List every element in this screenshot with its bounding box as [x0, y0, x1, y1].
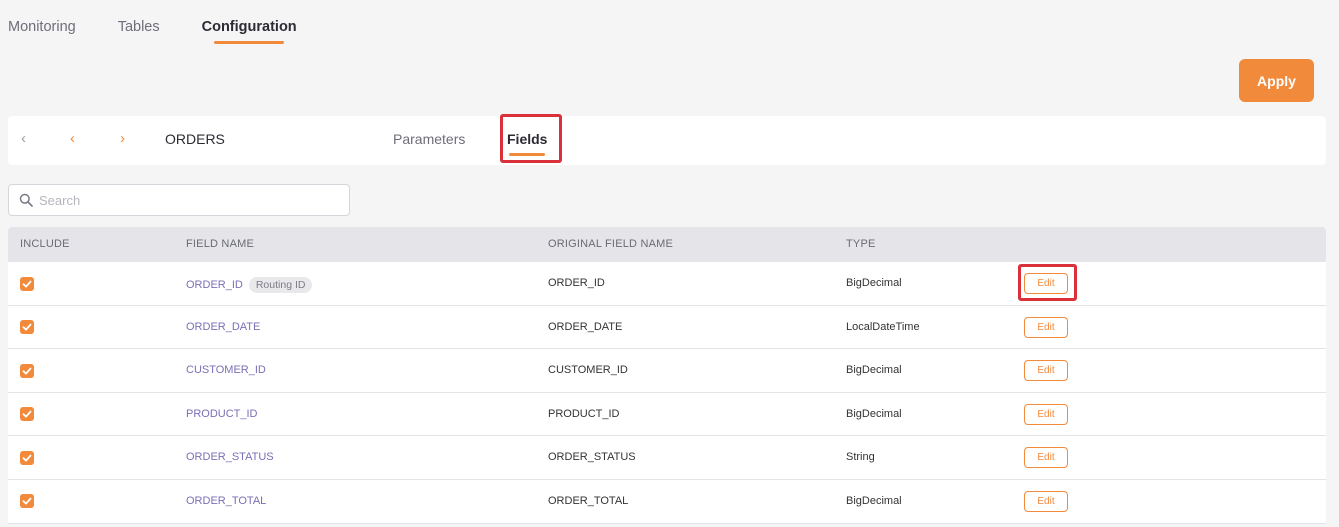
- original-field-name: ORDER_TOTAL: [548, 494, 629, 507]
- include-checkbox[interactable]: [20, 407, 34, 422]
- original-field-name: ORDER_ID: [548, 277, 605, 289]
- apply-button[interactable]: Apply: [1239, 59, 1314, 102]
- table-config-bar: ‹ ‹ › ORDERS Parameters Fields: [8, 116, 1326, 165]
- edit-button[interactable]: Edit: [1024, 490, 1068, 512]
- tab-parameters[interactable]: Parameters: [393, 131, 465, 147]
- field-name-link[interactable]: ORDER_TOTAL: [186, 495, 266, 507]
- field-type: LocalDateTime: [846, 320, 920, 333]
- original-field-name: ORDER_STATUS: [548, 451, 636, 464]
- edit-button[interactable]: Edit: [1024, 273, 1068, 294]
- search-icon: [19, 193, 33, 207]
- search-input[interactable]: [39, 192, 339, 208]
- edit-button[interactable]: Edit: [1024, 360, 1068, 382]
- table-name: ORDERS: [165, 131, 225, 147]
- include-checkbox[interactable]: [20, 320, 34, 335]
- original-field-name: CUSTOMER_ID: [548, 364, 628, 377]
- field-name-cell: ORDER_STATUS: [186, 451, 274, 463]
- header-type: TYPE: [846, 238, 876, 250]
- table-row: ORDER_STATUS ORDER_STATUS String Edit: [8, 436, 1326, 480]
- header-include: INCLUDE: [20, 238, 70, 250]
- field-type: BigDecimal: [846, 407, 902, 420]
- field-type: BigDecimal: [846, 364, 902, 377]
- field-type: BigDecimal: [846, 277, 902, 289]
- previous-table-icon[interactable]: ‹: [70, 131, 75, 147]
- tab-configuration[interactable]: Configuration: [202, 0, 297, 46]
- field-name-cell: ORDER_DATE: [186, 321, 260, 333]
- field-type: BigDecimal: [846, 494, 902, 507]
- header-field-name: FIELD NAME: [186, 238, 255, 250]
- top-tabs: Monitoring Tables Configuration: [8, 0, 339, 46]
- include-checkbox[interactable]: [20, 276, 34, 291]
- original-field-name: PRODUCT_ID: [548, 407, 620, 420]
- field-name-cell: ORDER_ID Routing ID: [186, 277, 313, 293]
- tab-tables[interactable]: Tables: [118, 0, 160, 46]
- header-original-field-name: ORIGINAL FIELD NAME: [548, 238, 674, 250]
- field-name-link[interactable]: ORDER_STATUS: [186, 451, 274, 463]
- table-row: ORDER_DATE ORDER_DATE LocalDateTime Edit: [8, 305, 1326, 350]
- table-header: INCLUDE FIELD NAME ORIGINAL FIELD NAME T…: [8, 227, 1326, 262]
- table-row: CUSTOMER_ID CUSTOMER_ID BigDecimal Edit: [8, 349, 1326, 393]
- tab-monitoring[interactable]: Monitoring: [8, 0, 76, 46]
- original-field-name: ORDER_DATE: [548, 320, 623, 333]
- field-name-cell: PRODUCT_ID: [186, 408, 258, 420]
- field-name-cell: CUSTOMER_ID: [186, 364, 266, 376]
- edit-button[interactable]: Edit: [1024, 316, 1068, 338]
- tab-fields[interactable]: Fields: [507, 131, 547, 156]
- next-table-icon[interactable]: ›: [120, 131, 125, 147]
- fields-table: INCLUDE FIELD NAME ORIGINAL FIELD NAME T…: [8, 227, 1326, 524]
- routing-id-badge: Routing ID: [248, 277, 313, 293]
- include-checkbox[interactable]: [20, 494, 34, 509]
- edit-button[interactable]: Edit: [1024, 447, 1068, 469]
- field-type: String: [846, 451, 875, 464]
- include-checkbox[interactable]: [20, 363, 34, 378]
- edit-button[interactable]: Edit: [1024, 403, 1068, 425]
- table-row: PRODUCT_ID PRODUCT_ID BigDecimal Edit: [8, 392, 1326, 437]
- field-name-cell: ORDER_TOTAL: [186, 495, 266, 507]
- search-box[interactable]: [8, 184, 350, 216]
- table-row: ORDER_TOTAL ORDER_TOTAL BigDecimal Edit: [8, 479, 1326, 524]
- field-name-link[interactable]: PRODUCT_ID: [186, 408, 258, 420]
- field-name-link[interactable]: CUSTOMER_ID: [186, 364, 266, 376]
- field-name-link[interactable]: ORDER_ID: [186, 279, 243, 291]
- first-page-icon[interactable]: ‹: [21, 131, 26, 147]
- include-checkbox[interactable]: [20, 450, 34, 465]
- field-name-link[interactable]: ORDER_DATE: [186, 321, 260, 333]
- table-row: ORDER_ID Routing ID ORDER_ID BigDecimal E…: [8, 262, 1326, 306]
